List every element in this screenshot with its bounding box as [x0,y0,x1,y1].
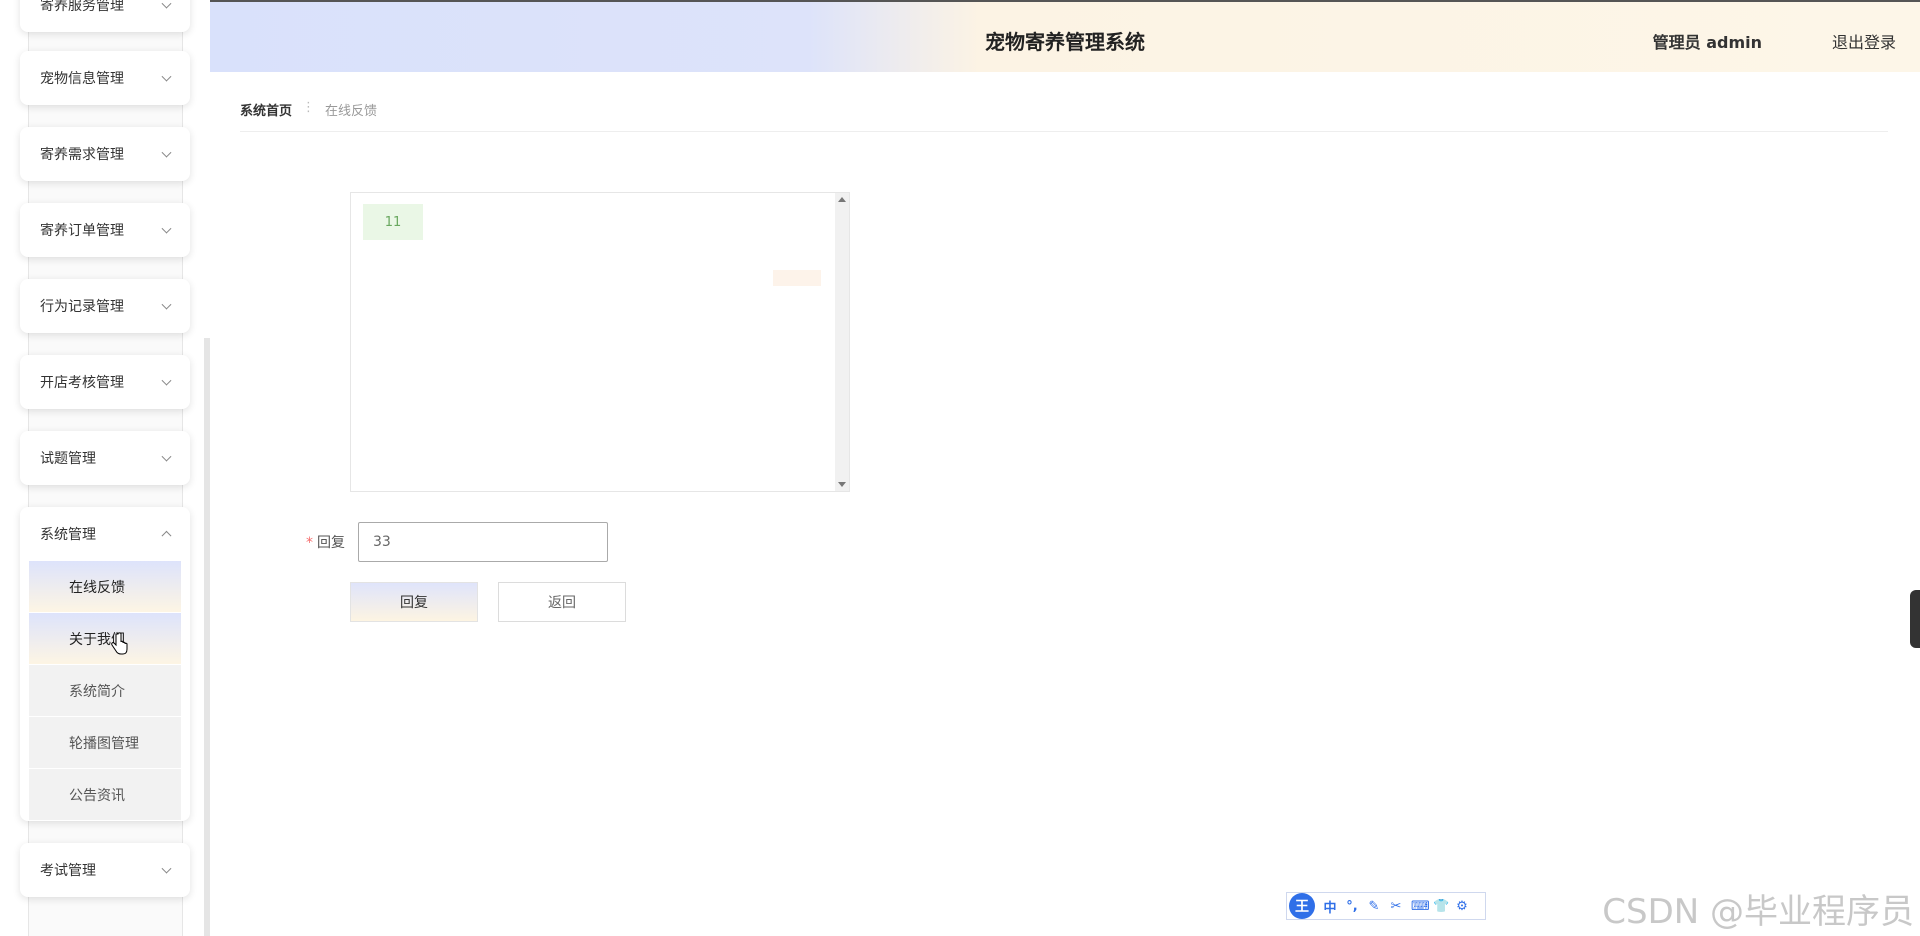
sidebar-item-label: 寄养需求管理 [40,147,124,163]
chevron-down-icon [161,863,172,874]
ime-chinese-button[interactable]: 中 [1323,897,1337,916]
reply-label-text: 回复 [317,535,345,551]
sidebar-item-label: 宠物信息管理 [40,71,124,87]
back-button[interactable]: 返回 [498,582,626,622]
ime-toolbar: 王 中 °, ✎ ✂ ⌨ 👕 ⚙ [1286,892,1486,920]
keyboard-icon[interactable]: ⌨ [1411,899,1430,914]
ime-punctuation-button[interactable]: °, [1345,899,1359,914]
sidebar-item-exam[interactable]: 考试管理 [20,843,190,897]
submenu-item-announcements[interactable]: 公告资讯 [29,769,181,821]
submenu-item-feedback[interactable]: 在线反馈 [29,561,181,613]
sidebar-item-label: 行为记录管理 [40,299,124,315]
reply-input[interactable] [358,522,608,562]
required-mark: * [306,535,313,551]
breadcrumb-home[interactable]: 系统首页 [240,100,292,119]
scissors-icon[interactable]: ✂ [1389,899,1403,914]
skin-icon[interactable]: 👕 [1433,899,1449,914]
submenu-item-carousel[interactable]: 轮播图管理 [29,717,181,769]
sidebar-item-label: 试题管理 [40,451,96,467]
gear-icon[interactable]: ⚙ [1455,899,1469,914]
sidebar-item-boarding-order[interactable]: 寄养订单管理 [20,203,190,257]
breadcrumb-separator: ⋮ [302,100,316,115]
sidebar-item-pet-info[interactable]: 宠物信息管理 [20,51,190,105]
chat-scrollbar[interactable] [835,193,849,491]
chevron-down-icon [161,223,172,234]
sidebar-item-questions[interactable]: 试题管理 [20,431,190,485]
sidebar-item-label: 寄养服务管理 [40,0,124,14]
chevron-down-icon [161,375,172,386]
sidebar-item-label: 开店考核管理 [40,375,124,391]
chevron-down-icon [161,147,172,158]
feedback-chat-box: 11 [350,192,850,492]
chat-message-admin [773,270,821,286]
sidebar: 寄养服务管理 宠物信息管理 寄养需求管理 寄养订单管理 行为记录管理 开店考核管… [0,0,210,936]
ime-logo-icon[interactable]: 王 [1289,893,1315,919]
sidebar-item-boarding-service[interactable]: 寄养服务管理 [20,0,190,32]
submenu-item-about-us[interactable]: 关于我们 [29,613,181,665]
watermark: CSDN @毕业程序员 [1602,892,1914,932]
edge-widget[interactable] [1910,590,1920,648]
submenu-system: 在线反馈 关于我们 系统简介 轮播图管理 公告资讯 [29,561,181,821]
sidebar-item-shop-review[interactable]: 开店考核管理 [20,355,190,409]
user-label: 管理员 admin [1652,33,1762,52]
sidebar-scrollbar[interactable] [204,338,210,936]
sidebar-item-behavior-record[interactable]: 行为记录管理 [20,279,190,333]
chevron-up-icon [161,530,172,541]
chevron-down-icon [161,71,172,82]
scroll-up-icon[interactable] [838,197,846,202]
hand-cursor-icon [111,632,128,655]
sidebar-item-label: 系统管理 [40,527,96,543]
chevron-down-icon [161,299,172,310]
breadcrumb-current: 在线反馈 [325,104,378,119]
sidebar-item-system[interactable]: 系统管理 [20,507,190,561]
chat-message-user: 11 [363,204,423,240]
sidebar-item-label: 寄养订单管理 [40,223,124,239]
logout-link[interactable]: 退出登录 [1832,29,1896,53]
breadcrumb: 系统首页 ⋮ 在线反馈 [240,100,1888,132]
scroll-down-icon[interactable] [838,482,846,487]
chevron-down-icon [161,451,172,462]
pen-icon[interactable]: ✎ [1367,899,1381,914]
reply-label: * 回复 [306,532,345,552]
reply-button[interactable]: 回复 [350,582,478,622]
sidebar-item-label: 考试管理 [40,863,96,879]
sidebar-group-system: 系统管理 在线反馈 关于我们 系统简介 轮播图管理 公告资讯 [20,507,190,821]
sidebar-item-boarding-demand[interactable]: 寄养需求管理 [20,127,190,181]
top-header: 宠物寄养管理系统 管理员 admin 退出登录 [210,0,1920,72]
chevron-down-icon [161,0,172,9]
submenu-item-system-intro[interactable]: 系统简介 [29,665,181,717]
